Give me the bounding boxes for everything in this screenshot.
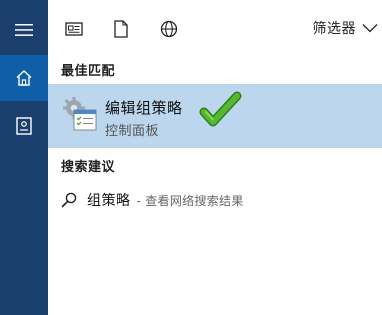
- search-icon: [60, 191, 78, 209]
- group-policy-editor-icon: [63, 97, 97, 131]
- home-button[interactable]: [0, 55, 48, 101]
- search-suggestion-item[interactable]: 组策略 - 查看网络搜索结果: [48, 183, 382, 217]
- documents-button[interactable]: [0, 104, 48, 148]
- chevron-down-icon: [362, 24, 378, 33]
- best-match-result[interactable]: 编辑组策略 控制面板: [48, 84, 382, 148]
- suggestion-text: 组策略: [87, 193, 131, 209]
- web-scope-button[interactable]: [156, 16, 182, 42]
- news-scope-button[interactable]: [61, 16, 87, 42]
- search-toolbar: 筛选器: [48, 0, 382, 58]
- search-suggestions-heading: 搜索建议: [61, 160, 116, 175]
- filter-label: 筛选器: [312, 21, 356, 37]
- file-icon: [114, 20, 128, 38]
- best-match-title: 编辑组策略: [105, 99, 183, 117]
- navigation-rail: [0, 0, 48, 315]
- best-match-subtitle: 控制面板: [105, 124, 160, 139]
- suggestion-detail: - 查看网络搜索结果: [136, 193, 244, 208]
- documents-scope-button[interactable]: [108, 16, 134, 42]
- filter-dropdown[interactable]: 筛选器: [313, 17, 379, 39]
- news-icon: [65, 22, 83, 36]
- home-icon: [16, 70, 32, 86]
- document-icon: [16, 117, 32, 135]
- menu-button[interactable]: [0, 8, 48, 52]
- best-match-heading: 最佳匹配: [61, 64, 116, 79]
- green-checkmark-icon: [199, 91, 242, 127]
- hamburger-menu-icon: [15, 24, 33, 36]
- globe-icon: [160, 20, 178, 38]
